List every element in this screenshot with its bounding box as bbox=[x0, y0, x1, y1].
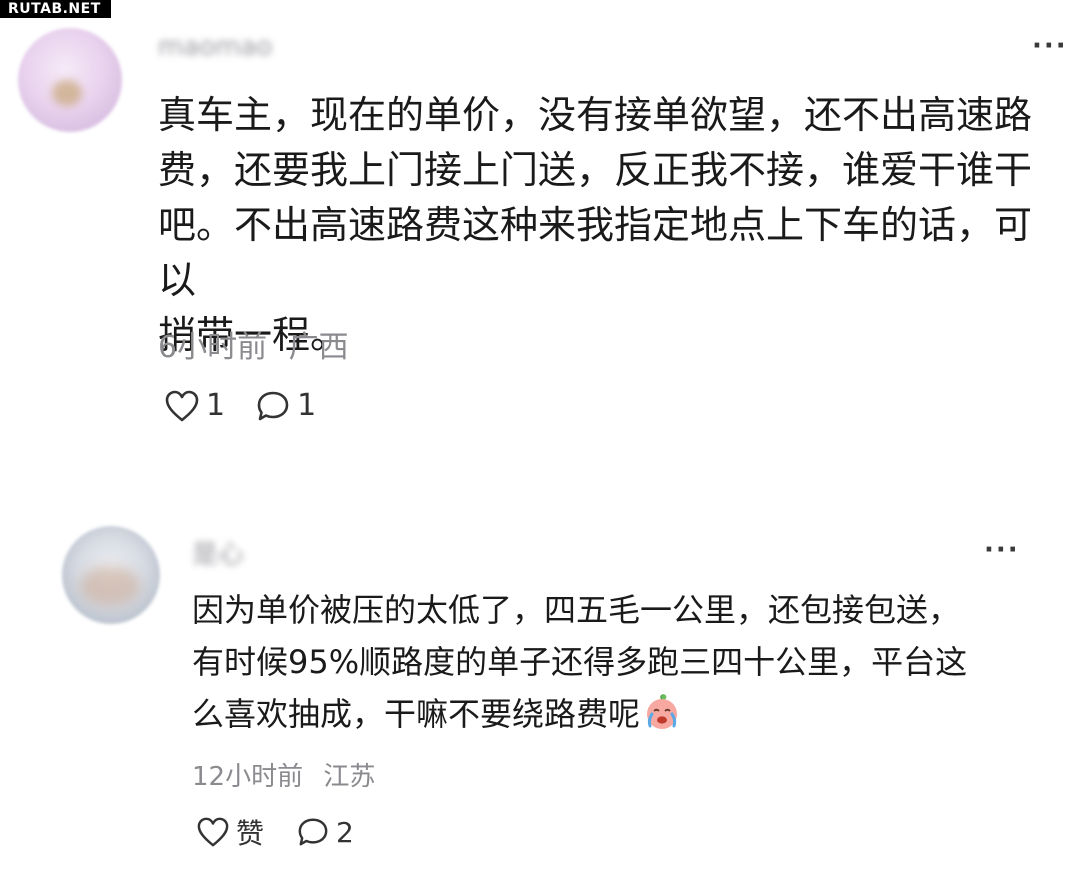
like-button[interactable]: 赞 bbox=[196, 812, 264, 852]
heart-icon bbox=[165, 390, 199, 421]
username[interactable]: 是心 bbox=[192, 534, 244, 571]
comment-meta: 6小时前 广西 bbox=[158, 322, 349, 366]
comment-location: 江苏 bbox=[323, 762, 376, 792]
comment-time: 12小时前 bbox=[192, 762, 304, 792]
comment-location: 广西 bbox=[288, 330, 349, 365]
comment-text: 因为单价被压的太低了，四五毛一公里，还包接包送， 有时候95%顺路度的单子还得多… bbox=[192, 584, 1052, 740]
username[interactable]: maomao bbox=[158, 32, 272, 62]
comment-icon bbox=[257, 391, 289, 420]
reply-button[interactable]: 1 bbox=[255, 388, 316, 423]
watermark: RUTAB.NET bbox=[0, 0, 111, 18]
comment-meta: 12小时前 江苏 bbox=[192, 756, 375, 793]
more-icon[interactable]: ··· bbox=[1032, 33, 1068, 59]
like-button[interactable]: 1 bbox=[164, 388, 225, 423]
comment-icon bbox=[298, 818, 328, 846]
avatar[interactable] bbox=[62, 526, 160, 624]
comment-actions: 1 1 bbox=[164, 388, 316, 423]
reply-count: 2 bbox=[336, 815, 354, 849]
like-label: 赞 bbox=[236, 817, 265, 850]
comment-time: 6小时前 bbox=[158, 330, 268, 365]
avatar[interactable] bbox=[18, 28, 122, 132]
heart-icon bbox=[197, 817, 229, 847]
reply-count: 1 bbox=[297, 388, 317, 423]
comment-text-content: 因为单价被压的太低了，四五毛一公里，还包接包送， 有时候95%顺路度的单子还得多… bbox=[192, 591, 968, 733]
reply-button[interactable]: 2 bbox=[296, 816, 354, 849]
more-icon[interactable]: ··· bbox=[984, 537, 1020, 563]
like-count: 1 bbox=[206, 388, 226, 423]
crying-face-icon bbox=[647, 694, 678, 729]
comment-actions: 赞 2 bbox=[196, 812, 354, 852]
